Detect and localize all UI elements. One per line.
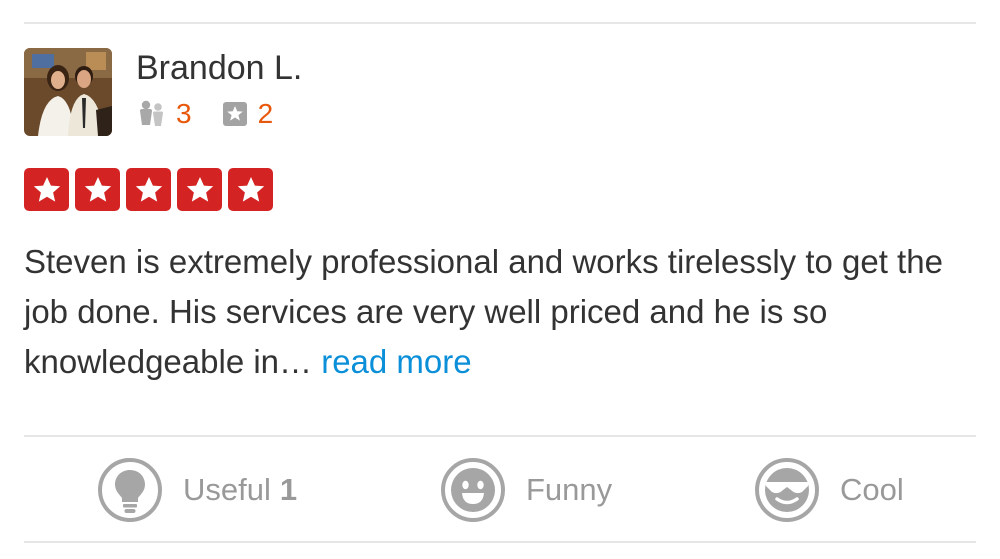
reviews-count: 2: [257, 98, 274, 129]
review-text: Steven is extremely professional and wor…: [24, 243, 943, 380]
rating-star-4: [177, 168, 222, 211]
review-body: Steven is extremely professional and wor…: [24, 237, 984, 387]
star-icon: [135, 176, 162, 202]
feedback-top-divider: [24, 435, 976, 437]
rating-star-1: [24, 168, 69, 211]
star-icon: [237, 176, 264, 202]
bottom-divider: [24, 541, 976, 543]
friends-stat: 3: [138, 98, 192, 130]
user-avatar[interactable]: [24, 48, 112, 136]
reviews-stat: 2: [222, 98, 274, 130]
rating-star-5: [228, 168, 273, 211]
review-star-icon: [222, 102, 247, 126]
funny-label: Funny: [526, 472, 613, 507]
user-name[interactable]: Brandon L.: [136, 48, 302, 88]
user-photo: [24, 48, 112, 136]
cool-label: Cool: [840, 472, 904, 507]
cool-button[interactable]: Cool: [754, 457, 904, 523]
star-icon: [33, 176, 60, 202]
useful-count: 1: [279, 472, 298, 507]
rating-star-2: [75, 168, 120, 211]
lightbulb-icon: [98, 458, 162, 522]
star-icon: [186, 176, 213, 202]
top-divider: [24, 22, 976, 24]
useful-button[interactable]: Useful 1: [97, 457, 297, 523]
star-icon: [84, 176, 111, 202]
read-more-link[interactable]: read more: [321, 343, 471, 380]
rating-star-3: [126, 168, 171, 211]
star-rating: [24, 168, 279, 211]
friends-count: 3: [176, 98, 192, 129]
funny-button[interactable]: Funny: [440, 457, 612, 523]
user-stats: 3 2: [138, 96, 273, 132]
smiley-icon: [441, 458, 505, 522]
sunglasses-face-icon: [755, 458, 819, 522]
friends-icon: [140, 100, 163, 126]
useful-label: Useful: [183, 472, 271, 507]
